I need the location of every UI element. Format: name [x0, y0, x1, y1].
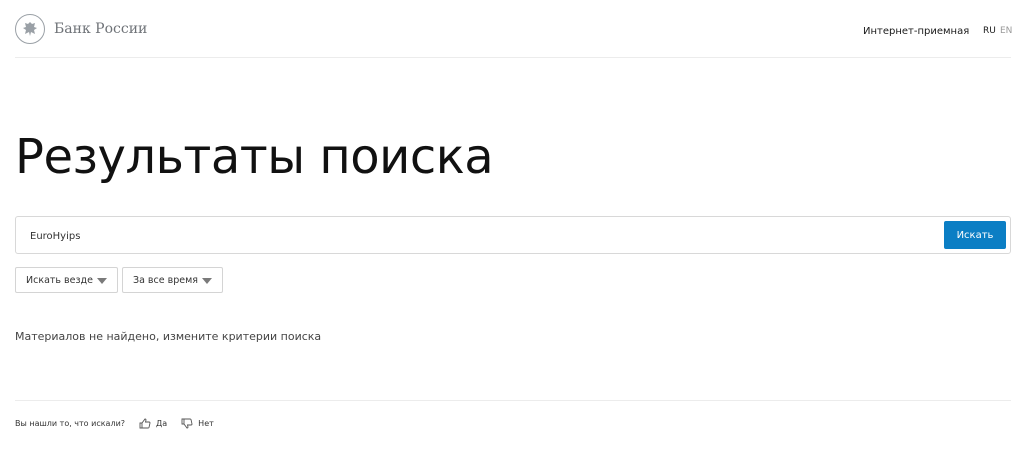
scope-select-label: Искать везде — [26, 274, 93, 286]
thumbs-down-icon — [181, 418, 193, 429]
scope-select[interactable]: Искать везде — [15, 267, 118, 293]
site-header: Банк России Интернет-приемная RU EN — [15, 0, 1012, 58]
no-results-message: Материалов не найдено, измените критерии… — [15, 330, 322, 343]
chevron-down-icon — [97, 278, 107, 284]
feedback-no-button[interactable]: Нет — [181, 418, 214, 429]
feedback-no-label: Нет — [198, 419, 214, 428]
feedback-yes-label: Да — [156, 419, 168, 428]
divider — [15, 400, 1011, 401]
feedback-yes-button[interactable]: Да — [139, 418, 167, 429]
emblem-icon — [15, 14, 45, 44]
feedback-question: Вы нашли то, что искали? — [15, 419, 126, 428]
thumbs-up-icon — [139, 418, 151, 429]
chevron-down-icon — [202, 278, 212, 284]
search-input[interactable] — [30, 227, 930, 245]
lang-ru[interactable]: RU — [983, 26, 996, 36]
search-button[interactable]: Искать — [944, 221, 1006, 249]
logo[interactable]: Банк России — [15, 14, 147, 44]
search-box: Искать — [15, 216, 1011, 254]
lang-en[interactable]: EN — [1000, 26, 1012, 36]
internet-reception-link[interactable]: Интернет-приемная — [863, 26, 969, 37]
period-select-label: За все время — [133, 274, 198, 286]
logo-text: Банк России — [54, 21, 148, 37]
page-title: Результаты поиска — [15, 129, 494, 185]
period-select[interactable]: За все время — [122, 267, 223, 293]
feedback-block: Вы нашли то, что искали? Да Нет — [15, 418, 228, 429]
